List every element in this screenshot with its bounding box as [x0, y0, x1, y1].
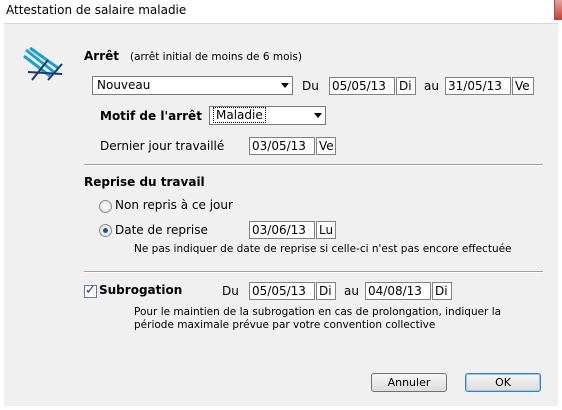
arret-du-label: Du [302, 79, 319, 93]
arret-subtitle: (arrêt initial de moins de 6 mois) [130, 51, 302, 63]
title-bar: Attestation de salaire maladie [0, 0, 562, 22]
dernier-jour-day-field: Ve [316, 137, 336, 155]
arret-end-day-field: Ve [512, 77, 534, 95]
subrogation-end-day-field: Di [432, 282, 452, 300]
reprise-note: Ne pas indiquer de date de reprise si ce… [134, 243, 512, 255]
dialog-window: Attestation de salaire maladie Arrêt (ar… [0, 0, 562, 410]
motif-label: Motif de l'arrêt [100, 109, 202, 123]
subrogation-note-line2: période maximale prévue par votre conven… [134, 319, 436, 331]
subrogation-note-line1: Pour le maintien de la subrogation en ca… [134, 306, 502, 318]
arret-type-select[interactable]: Nouveau [92, 76, 293, 95]
dialog-body: Arrêt (arrêt initial de moins de 6 mois)… [4, 23, 558, 406]
close-button[interactable] [554, 0, 562, 20]
checkmark-icon: ✓ [85, 283, 96, 298]
radio-date-reprise[interactable] [99, 224, 112, 237]
dernier-jour-date-field[interactable]: 03/05/13 [249, 137, 315, 155]
reprise-date-field[interactable]: 03/06/13 [249, 221, 315, 239]
chevron-down-icon [314, 113, 322, 118]
radio-non-repris[interactable] [99, 200, 112, 213]
subrogation-start-day-field: Di [316, 282, 336, 300]
reprise-heading: Reprise du travail [84, 175, 205, 189]
reprise-day-field: Lu [316, 221, 336, 239]
window-title: Attestation de salaire maladie [6, 3, 187, 17]
subrogation-checkbox[interactable]: ✓ [84, 283, 97, 298]
deckchair-logo-icon [23, 46, 63, 81]
subrogation-label: Subrogation [99, 283, 183, 297]
subrogation-au-label: au [344, 284, 359, 298]
radio-date-reprise-label: Date de reprise [115, 223, 208, 237]
subrogation-start-date-field[interactable]: 05/05/13 [249, 282, 315, 300]
arret-start-date-field[interactable]: 05/05/13 [329, 77, 395, 95]
arret-end-date-field[interactable]: 31/05/13 [445, 77, 511, 95]
subrogation-du-label: Du [222, 284, 239, 298]
subrogation-end-date-field[interactable]: 04/08/13 [365, 282, 431, 300]
dernier-jour-label: Dernier jour travaillé [100, 139, 225, 153]
chevron-down-icon [281, 83, 289, 88]
motif-value: Maladie [213, 107, 266, 123]
arret-au-label: au [424, 79, 439, 93]
arret-heading: Arrêt [84, 49, 119, 63]
separator [84, 271, 543, 273]
cancel-button[interactable]: Annuler [371, 373, 447, 392]
motif-select[interactable]: Maladie [209, 106, 326, 125]
arret-type-value: Nouveau [97, 78, 151, 92]
radio-non-repris-label: Non repris à ce jour [115, 198, 233, 212]
arret-start-day-field: Di [396, 77, 416, 95]
ok-button[interactable]: OK [465, 373, 541, 392]
separator [84, 164, 543, 166]
